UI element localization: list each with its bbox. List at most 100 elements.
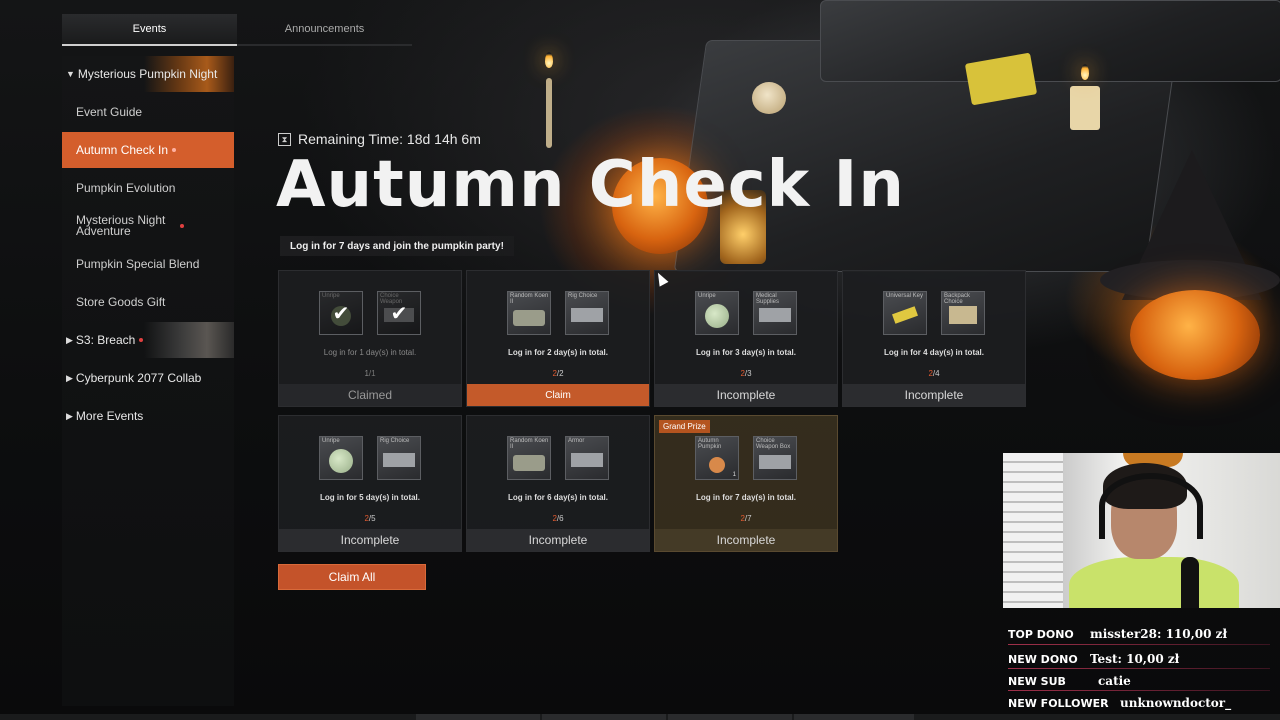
pumpkin-icon — [709, 457, 725, 473]
crate-icon — [571, 308, 603, 322]
reward-requirement: Log in for 2 day(s) in total. — [508, 348, 608, 357]
bottom-nav-tab[interactable] — [668, 714, 792, 720]
sidebar-group-s3-breach[interactable]: ▶ S3: Breach — [62, 322, 234, 358]
reward-card-day-3: Unripe Medical Supplies Log in for 3 day… — [654, 270, 838, 407]
divider — [1008, 668, 1270, 669]
lantern-pumpkin-art — [752, 82, 786, 114]
sidebar-group-label: S3: Breach — [75, 333, 136, 347]
reward-item[interactable]: Random Koen II — [507, 436, 551, 480]
group-banner-art — [144, 322, 234, 358]
claim-all-button[interactable]: Claim All — [278, 564, 426, 590]
reward-item[interactable]: Unripe — [695, 291, 739, 335]
reward-item-name: Autumn Pumpkin — [698, 438, 722, 450]
reward-item-name: Unripe — [698, 293, 716, 299]
new-follower-label: NEW FOLLOWER — [1008, 696, 1109, 710]
webcam-person-shirt-art — [1069, 557, 1239, 608]
streamer-webcam-overlay — [1003, 453, 1280, 608]
reward-card-day-1: Unripe ✔ Choice Weapon ✔ Log in for 1 da… — [278, 270, 462, 407]
sidebar-item-store-goods-gift[interactable]: Store Goods Gift — [62, 284, 234, 320]
reward-item-name: Random Koen II — [510, 293, 549, 305]
reward-item[interactable]: Rig Choice — [565, 291, 609, 335]
caret-right-icon: ▶ — [66, 410, 73, 421]
checkmark-icon: ✔ — [378, 292, 420, 334]
reward-item[interactable]: Medical Supplies — [753, 291, 797, 335]
tab-events[interactable]: Events — [62, 14, 237, 46]
hourglass-icon: ⧗ — [278, 132, 291, 146]
claimed-status: Claimed — [279, 384, 461, 406]
bottom-nav-tab[interactable] — [416, 714, 540, 720]
sidebar-group-cyberpunk-2077-collab[interactable]: ▶ Cyberpunk 2077 Collab — [62, 360, 234, 396]
reward-item-name: Rig Choice — [380, 438, 410, 444]
rig-icon — [513, 455, 545, 471]
key-icon — [892, 306, 918, 324]
reward-item[interactable]: Choice Weapon ✔ — [377, 291, 421, 335]
reward-item[interactable]: Unripe — [319, 436, 363, 480]
remaining-time: ⧗ Remaining Time: 18d 14h 6m — [278, 131, 481, 147]
reward-item[interactable]: Rig Choice — [377, 436, 421, 480]
claim-button[interactable]: Claim — [467, 384, 649, 406]
divider — [1008, 644, 1270, 645]
sidebar-item-label: Mysterious Night Adventure — [76, 213, 166, 238]
new-dono-value: Test: 10,00 zł — [1090, 652, 1180, 666]
reward-item[interactable]: Autumn Pumpkin 1 — [695, 436, 739, 480]
reward-item-name: Rig Choice — [568, 293, 598, 299]
notification-dot-icon — [172, 148, 177, 152]
sidebar-item-mysterious-night-adventure[interactable]: Mysterious Night Adventure — [62, 208, 234, 244]
notification-dot-icon — [180, 224, 184, 228]
rig-icon — [513, 310, 545, 326]
grand-prize-badge: Grand Prize — [659, 420, 710, 433]
caret-right-icon: ▶ — [66, 334, 73, 345]
sidebar-item-label: Event Guide — [76, 104, 143, 119]
jack-o-lantern-right-art — [1130, 290, 1260, 380]
reward-item[interactable]: Universal Key — [883, 291, 927, 335]
candle-left-art — [546, 78, 552, 148]
armor-crate-icon — [571, 453, 603, 467]
new-follower-value: unknowndoctor_ — [1120, 696, 1232, 710]
new-sub-label: NEW SUB — [1008, 674, 1066, 688]
reward-requirement: Log in for 3 day(s) in total. — [696, 348, 796, 357]
reward-progress: 2/2 — [552, 369, 564, 378]
sidebar-group-mysterious-pumpkin-night[interactable]: ▼ Mysterious Pumpkin Night — [62, 56, 234, 92]
sidebar-item-event-guide[interactable]: Event Guide — [62, 94, 234, 130]
reward-card-day-4: Universal Key Backpack Choice Log in for… — [842, 270, 1026, 407]
page-title: Autumn Check In — [276, 148, 905, 222]
checkmark-icon: ✔ — [320, 292, 362, 334]
incomplete-status: Incomplete — [843, 384, 1025, 406]
sidebar-item-pumpkin-evolution[interactable]: Pumpkin Evolution — [62, 170, 234, 206]
incomplete-status: Incomplete — [467, 529, 649, 551]
sidebar-item-label: Pumpkin Evolution — [76, 180, 176, 195]
caret-down-icon: ▼ — [66, 69, 75, 79]
bottom-nav-bar — [0, 714, 1280, 720]
candle-art — [1070, 86, 1100, 130]
sidebar-item-pumpkin-special-blend[interactable]: Pumpkin Special Blend — [62, 246, 234, 282]
candle-left-flame-art — [545, 52, 553, 68]
bottom-nav-tab[interactable] — [542, 714, 666, 720]
reward-item-name: Random Koen II — [510, 438, 549, 450]
crate-icon — [383, 453, 415, 467]
sidebar-group-more-events[interactable]: ▶ More Events — [62, 398, 234, 434]
stream-alerts-overlay: TOP DONO misster28: 110,00 zł NEW DONO T… — [1003, 622, 1280, 720]
reward-item[interactable]: Backpack Choice — [941, 291, 985, 335]
sidebar-item-autumn-check-in[interactable]: Autumn Check In — [62, 132, 234, 168]
top-tab-bar: Events Announcements — [62, 14, 412, 46]
incomplete-status: Incomplete — [279, 529, 461, 551]
reward-progress: 2/7 — [740, 514, 752, 523]
tab-announcements[interactable]: Announcements — [237, 14, 412, 46]
reward-item-name: Medical Supplies — [756, 293, 780, 305]
backpack-crate-icon — [949, 306, 977, 324]
remaining-time-text: Remaining Time: 18d 14h 6m — [298, 131, 481, 147]
reward-item-quantity: 1 — [732, 472, 736, 478]
reward-item-name: Choice Weapon Box — [756, 438, 791, 450]
bottom-nav-tab[interactable] — [794, 714, 914, 720]
reward-item[interactable]: Random Koen II — [507, 291, 551, 335]
reward-card-day-6: Random Koen II Armor Log in for 6 day(s)… — [466, 415, 650, 552]
reward-item[interactable]: Choice Weapon Box — [753, 436, 797, 480]
reward-requirement: Log in for 5 day(s) in total. — [320, 493, 420, 502]
reward-item[interactable]: Armor — [565, 436, 609, 480]
webcam-microphone-art — [1181, 557, 1199, 608]
reward-item[interactable]: Unripe ✔ — [319, 291, 363, 335]
new-follower-row: NEW FOLLOWER unknowndoctor_ — [1008, 695, 1280, 711]
pumpkin-icon — [705, 304, 729, 328]
reward-requirement: Log in for 7 day(s) in total. — [696, 493, 796, 502]
caret-right-icon: ▶ — [66, 372, 73, 383]
